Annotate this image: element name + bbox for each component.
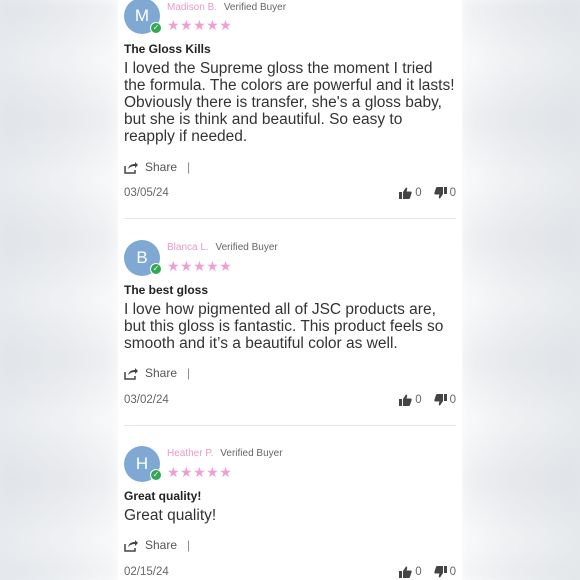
- background-blur-left: [0, 0, 118, 580]
- helpful-count: 0: [415, 566, 422, 578]
- verified-buyer-label: Verified Buyer: [220, 448, 283, 459]
- reviewer-name[interactable]: Madison B.: [167, 2, 217, 13]
- share-button[interactable]: Share |: [124, 160, 190, 174]
- thumbs-down-icon[interactable]: [433, 394, 447, 406]
- review-date: 03/05/24: [124, 187, 169, 199]
- share-icon: [124, 161, 138, 174]
- unhelpful-count: 0: [449, 187, 456, 199]
- review-body: I love how pigmented all of JSC products…: [124, 301, 444, 352]
- vote-controls: 0 0: [399, 187, 456, 199]
- unhelpful-count: 0: [449, 394, 456, 406]
- share-separator: |: [187, 366, 191, 380]
- review-divider: [124, 218, 456, 219]
- share-button[interactable]: Share |: [124, 538, 190, 552]
- review-title: The best gloss: [124, 283, 209, 297]
- review-date: 03/02/24: [124, 394, 169, 406]
- verified-buyer-label: Verified Buyer: [223, 2, 287, 13]
- share-separator: |: [187, 160, 191, 174]
- thumbs-down-icon[interactable]: [433, 566, 447, 578]
- reviewer-line: Heather P. Verified Buyer: [167, 448, 283, 459]
- review-item: B ✓ Blanca L. Verified Buyer ★★★★★ The b…: [124, 240, 456, 430]
- verified-check-icon: ✓: [150, 469, 162, 481]
- review-title: Great quality!: [124, 489, 202, 503]
- review-item: H ✓ Heather P. Verified Buyer ★★★★★ Grea…: [124, 446, 456, 580]
- reviewer-name[interactable]: Blanca L.: [167, 242, 209, 253]
- share-label: Share: [145, 538, 178, 552]
- star-rating: ★★★★★: [167, 258, 233, 274]
- review-body: I loved the Supreme gloss the moment I t…: [124, 60, 455, 145]
- helpful-count: 0: [415, 394, 422, 406]
- thumbs-up-icon[interactable]: [399, 394, 412, 406]
- background-blur-right: [462, 0, 580, 580]
- review-divider: [124, 425, 456, 426]
- share-icon: [124, 367, 138, 380]
- reviews-panel: M ✓ Madison B. Verified Buyer ★★★★★ The …: [118, 0, 462, 580]
- verified-check-icon: ✓: [150, 22, 162, 34]
- helpful-count: 0: [415, 187, 422, 199]
- vote-controls: 0 0: [399, 394, 456, 406]
- share-separator: |: [187, 538, 191, 552]
- share-label: Share: [145, 160, 178, 174]
- share-label: Share: [145, 366, 178, 380]
- verified-buyer-label: Verified Buyer: [215, 242, 278, 253]
- reviewer-line: Blanca L. Verified Buyer: [167, 242, 278, 253]
- reviewer-name[interactable]: Heather P.: [167, 448, 214, 459]
- review-title: The Gloss Kills: [124, 42, 211, 56]
- share-button[interactable]: Share |: [124, 366, 190, 380]
- share-icon: [124, 539, 138, 552]
- thumbs-down-icon[interactable]: [433, 187, 447, 199]
- thumbs-up-icon[interactable]: [399, 566, 412, 578]
- review-body: Great quality!: [124, 507, 217, 524]
- review-item: M ✓ Madison B. Verified Buyer ★★★★★ The …: [124, 0, 456, 220]
- vote-controls: 0 0: [399, 566, 456, 578]
- star-rating: ★★★★★: [167, 464, 233, 480]
- reviewer-line: Madison B. Verified Buyer: [167, 2, 286, 13]
- verified-check-icon: ✓: [150, 263, 162, 275]
- review-date: 02/15/24: [124, 566, 169, 578]
- thumbs-up-icon[interactable]: [399, 187, 412, 199]
- unhelpful-count: 0: [449, 566, 456, 578]
- star-rating: ★★★★★: [167, 17, 233, 33]
